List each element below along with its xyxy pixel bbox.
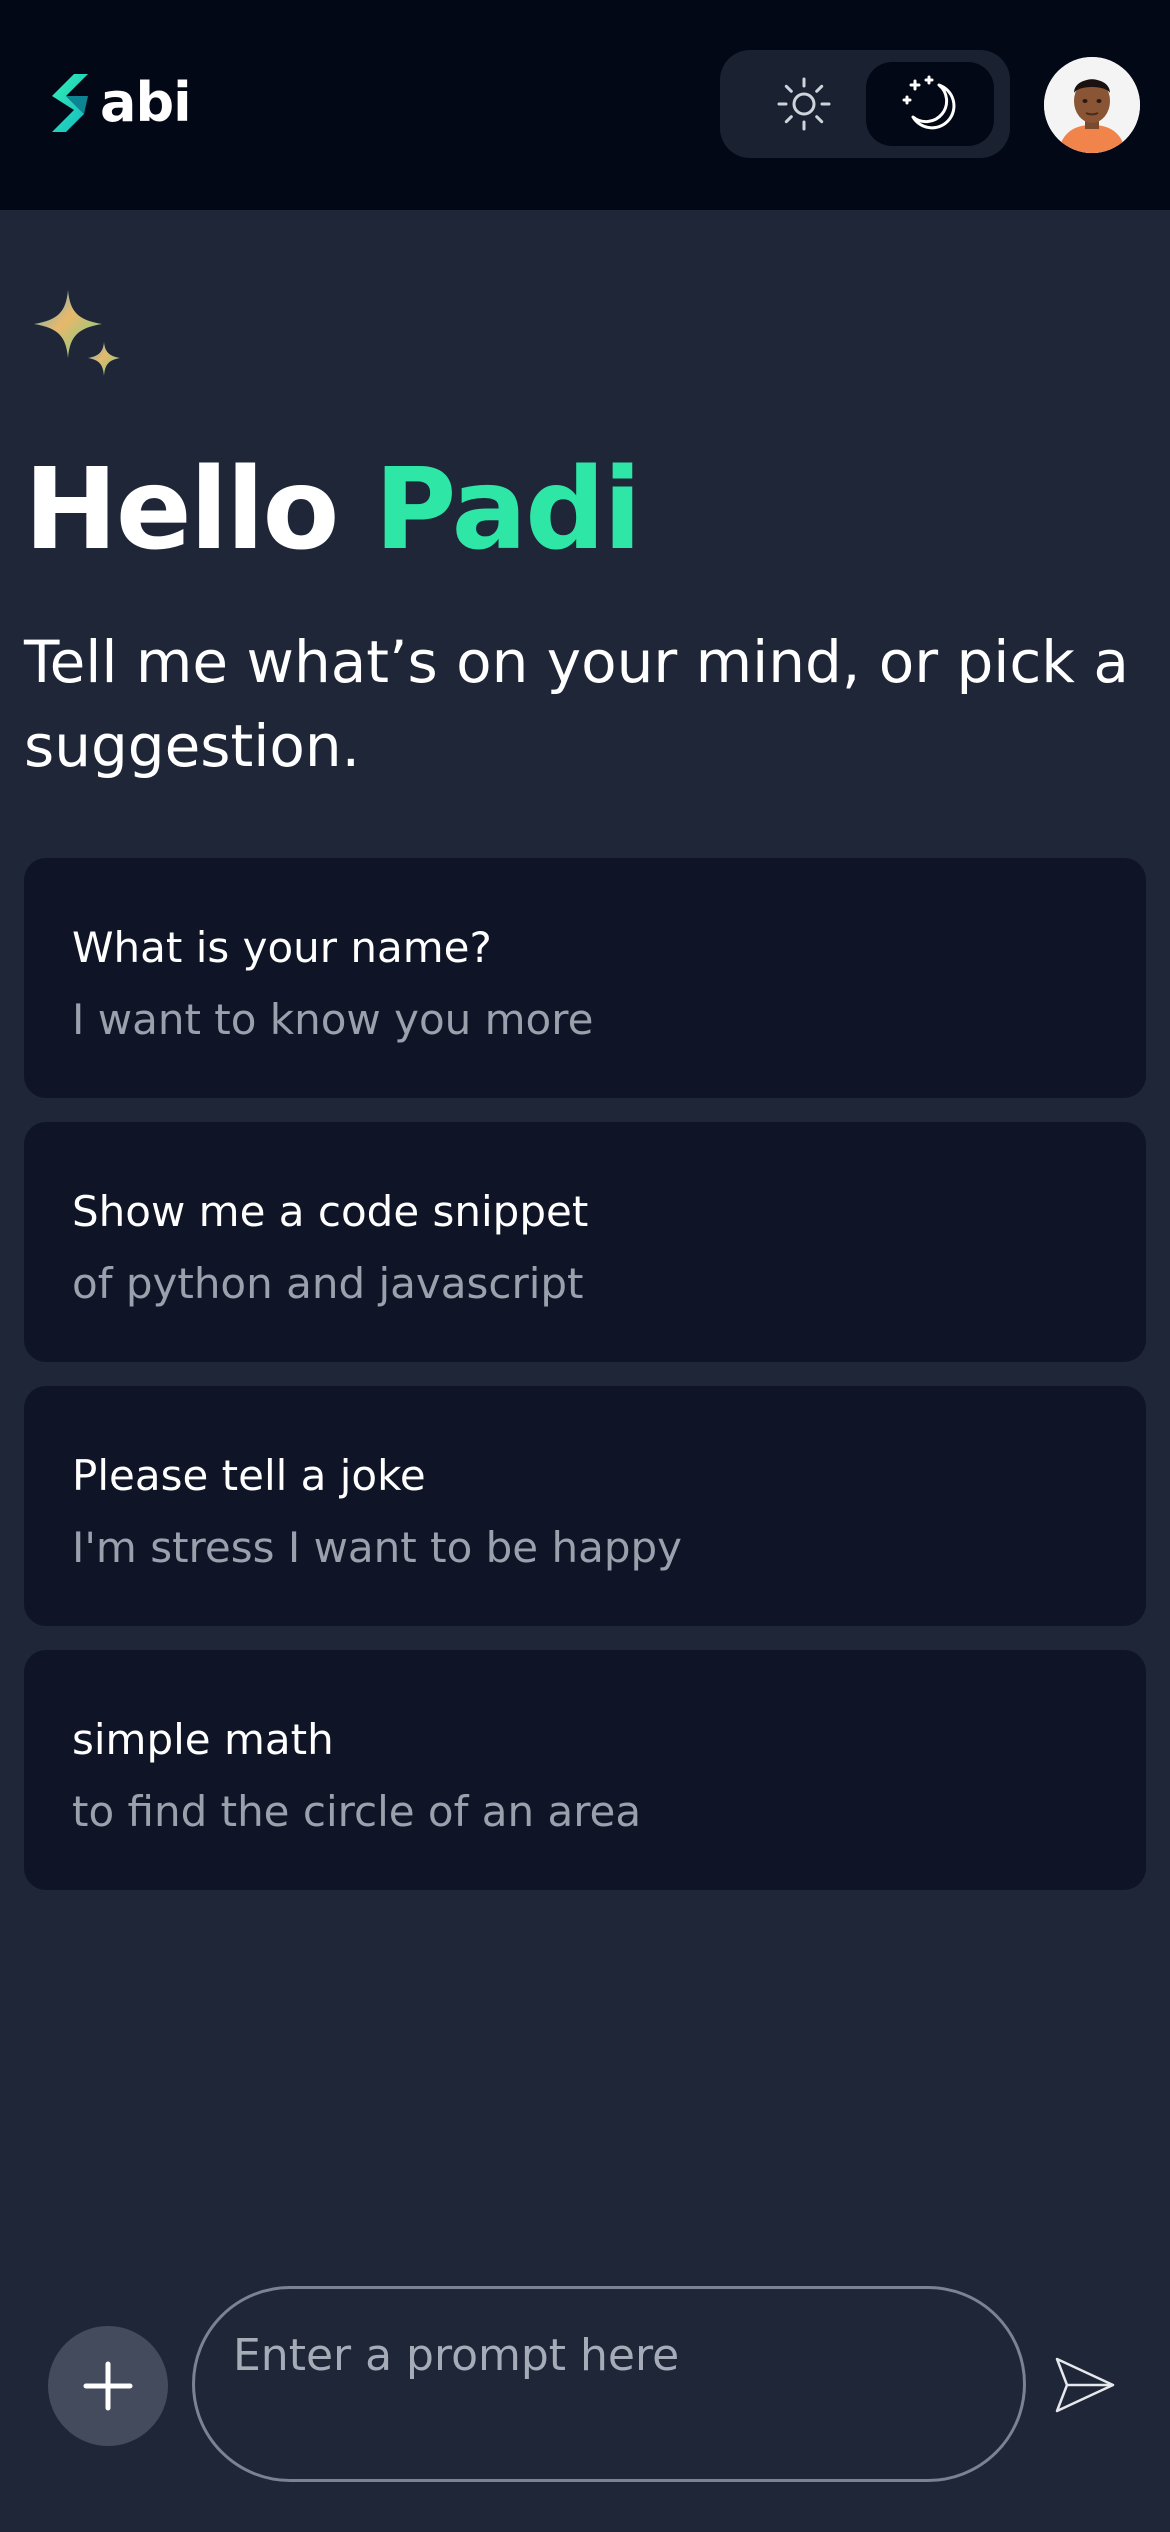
suggestion-subtitle: to find the circle of an area: [72, 1787, 642, 1836]
logo-mark-icon: [52, 74, 88, 132]
suggestion-title: Show me a code snippet: [72, 1187, 589, 1236]
send-button[interactable]: [1052, 2352, 1118, 2418]
app-logo[interactable]: abi: [44, 70, 192, 136]
suggestion-card[interactable]: Please tell a joke I'm stress I want to …: [24, 1386, 1146, 1626]
suggestion-title: simple math: [72, 1715, 334, 1764]
greeting-subtitle: Tell me what’s on your mind, or pick a s…: [24, 628, 1129, 780]
top-bar: abi: [0, 0, 1170, 210]
avatar-image: [1044, 57, 1140, 153]
greeting-username: Padi: [374, 445, 641, 575]
suggestion-subtitle: I want to know you more: [72, 995, 594, 1044]
send-icon: [1055, 2357, 1115, 2413]
suggestion-subtitle: I'm stress I want to be happy: [72, 1523, 683, 1572]
suggestion-card[interactable]: Show me a code snippet of python and jav…: [24, 1122, 1146, 1362]
user-avatar[interactable]: [1044, 57, 1140, 153]
greeting-heading: Hello Padi: [24, 440, 642, 580]
logo-text: abi: [100, 71, 192, 134]
plus-icon: [83, 2361, 133, 2411]
sparkle-icon: [34, 290, 120, 376]
add-attachment-button[interactable]: [48, 2326, 168, 2446]
suggestion-title: What is your name?: [72, 923, 492, 972]
suggestion-card[interactable]: simple math to find the circle of an are…: [24, 1650, 1146, 1890]
suggestion-title: Please tell a joke: [72, 1451, 426, 1500]
suggestion-card[interactable]: What is your name? I want to know you mo…: [24, 858, 1146, 1098]
prompt-input[interactable]: [233, 2325, 985, 2385]
prompt-field: [192, 2286, 1026, 2482]
theme-toggle: [720, 50, 1010, 158]
light-mode-button[interactable]: [740, 62, 868, 146]
suggestion-list: What is your name? I want to know you mo…: [24, 858, 1146, 1914]
chat-home-screen: abi Hello Padi Tell me what’s on your mi…: [0, 0, 1170, 2532]
moon-stars-icon: [902, 75, 956, 130]
greeting-hello: Hello: [24, 445, 339, 575]
sun-icon: [777, 77, 831, 131]
suggestion-subtitle: of python and javascript: [72, 1259, 584, 1308]
dark-mode-button[interactable]: [866, 62, 994, 146]
